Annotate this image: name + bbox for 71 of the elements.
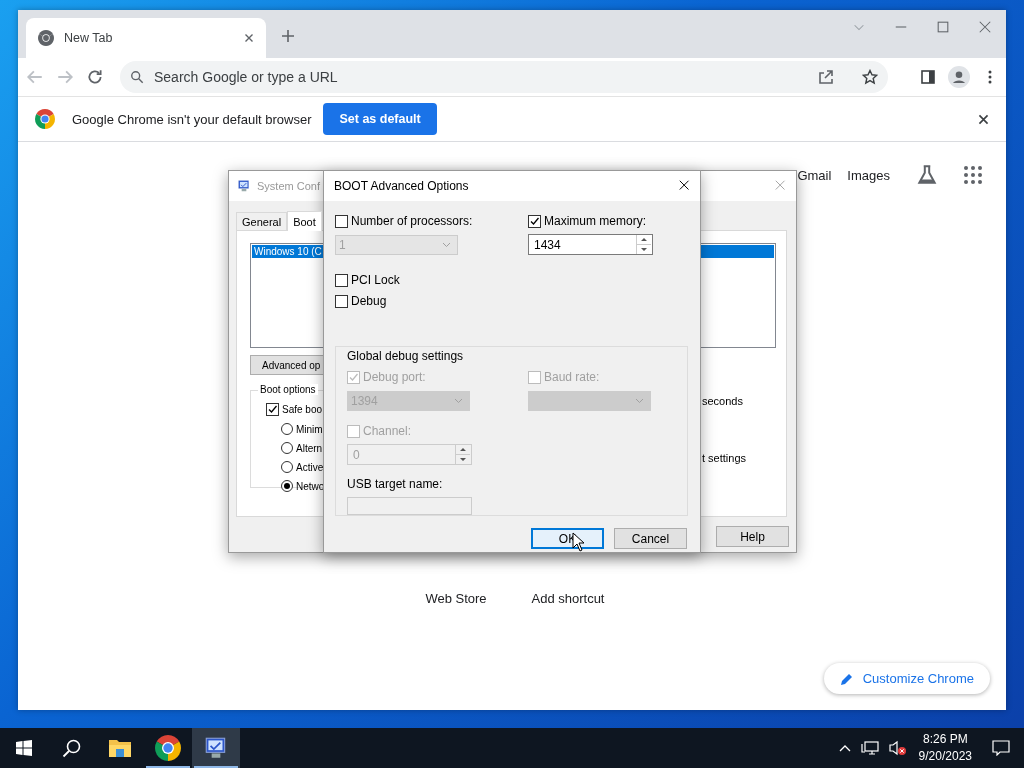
folder-icon[interactable] <box>108 737 132 759</box>
address-field[interactable]: Search Google or type a URL <box>154 69 808 85</box>
reload-icon[interactable] <box>86 68 104 86</box>
network-icon[interactable] <box>860 740 879 756</box>
customize-chrome-button[interactable]: Customize Chrome <box>823 663 990 694</box>
browser-tab[interactable]: New Tab <box>26 18 266 58</box>
field-label: USB target name: <box>347 477 443 491</box>
radio-button[interactable] <box>281 480 293 492</box>
tab[interactable]: General <box>236 212 288 230</box>
side-panel-icon[interactable] <box>920 69 936 85</box>
chrome-logo-icon <box>35 109 55 129</box>
chrome-icon <box>155 735 181 761</box>
close-icon[interactable] <box>678 179 692 193</box>
checkbox-label: Number of processors: <box>351 214 473 228</box>
star-icon[interactable] <box>862 69 878 85</box>
number-field[interactable]: 1434 <box>528 234 653 255</box>
checkbox-label: Channel: <box>363 424 412 438</box>
search-icon <box>130 70 144 84</box>
clock-date[interactable]: 9/20/2023 <box>918 748 972 765</box>
checkbox[interactable] <box>335 214 348 228</box>
radio-button[interactable] <box>281 461 293 473</box>
help-button[interactable]: Help <box>716 526 789 547</box>
checkbox[interactable] <box>528 214 541 228</box>
header-link[interactable]: Images <box>847 165 890 185</box>
timeout-unit: seconds <box>702 395 744 407</box>
address-bar[interactable]: Search Google or type a URL <box>120 61 888 93</box>
share-icon[interactable] <box>818 69 834 85</box>
radio-label: Minim <box>296 423 323 435</box>
header-link[interactable]: Gmail <box>797 165 832 185</box>
checkbox[interactable] <box>266 403 279 416</box>
volume-muted-icon[interactable] <box>888 740 907 756</box>
checkbox-label: PCI Lock <box>351 273 400 287</box>
set-default-button[interactable]: Set as default <box>323 103 437 135</box>
windows-logo-icon[interactable] <box>16 740 32 756</box>
plus-icon[interactable] <box>280 28 296 44</box>
checkbox-label: t settings <box>702 452 748 464</box>
maximize-icon[interactable] <box>936 20 950 34</box>
taskbar-button[interactable] <box>192 728 240 768</box>
caret-icon <box>442 242 451 248</box>
close-icon[interactable] <box>977 112 990 126</box>
checkbox-label: Debug <box>351 294 387 308</box>
radio-button[interactable] <box>281 423 293 435</box>
notification-icon[interactable] <box>992 740 1010 756</box>
profile-icon[interactable] <box>948 66 970 88</box>
shortcut-label[interactable]: Web Store <box>400 591 512 606</box>
apps-grid-icon[interactable] <box>964 166 982 184</box>
chevron-up-icon[interactable] <box>838 744 851 752</box>
radio-label: Active <box>296 461 324 473</box>
checkbox[interactable] <box>335 294 348 308</box>
window-title: System Conf <box>257 180 320 192</box>
chrome-icon <box>38 30 54 46</box>
clock-time[interactable]: 8:26 PM <box>922 731 968 748</box>
dialog-button[interactable]: Cancel <box>614 528 687 549</box>
checkbox-label: Safe boo <box>282 404 323 415</box>
pencil-icon <box>839 671 854 686</box>
shortcut-label[interactable]: Add shortcut <box>512 591 624 606</box>
radio-label: Altern <box>296 442 323 454</box>
checkbox[interactable] <box>335 273 348 287</box>
dialog-title: BOOT Advanced Options <box>334 179 470 193</box>
monitor-icon <box>237 179 251 193</box>
group-title: Boot options <box>258 384 318 395</box>
search-icon[interactable] <box>62 738 82 758</box>
spin-buttons[interactable] <box>636 235 652 254</box>
radio-button[interactable] <box>281 442 293 454</box>
tab[interactable]: Boot <box>287 211 322 231</box>
checkbox-label: Maximum memory: <box>544 214 646 228</box>
infobar-message: Google Chrome isn't your default browser <box>72 111 312 127</box>
caret-icon <box>454 398 463 404</box>
checkbox-label: Baud rate: <box>544 370 600 384</box>
caret-icon <box>635 398 644 404</box>
flask-icon[interactable] <box>916 164 938 186</box>
